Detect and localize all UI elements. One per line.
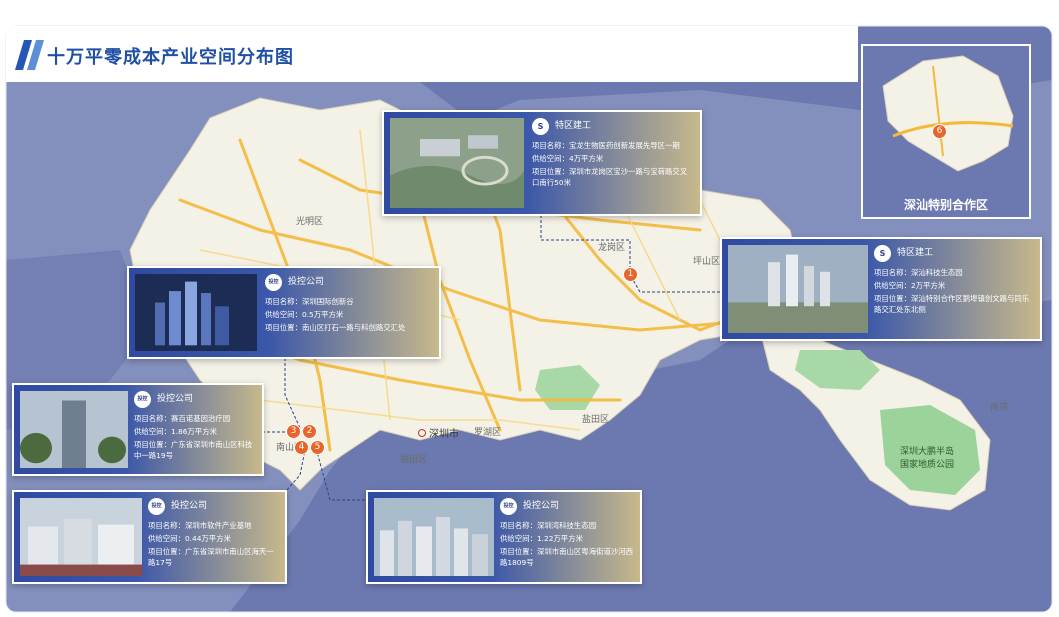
company-brand: 投控 投控公司 (134, 391, 256, 408)
project-space: 供给空间：2万平方米 (874, 281, 946, 290)
project-name: 项目名称：宝龙生物医药创新发展先导区一期 (532, 141, 680, 150)
label-dapeng-line1: 深圳大鹏半岛 (899, 447, 954, 457)
city-dot-icon (418, 429, 426, 437)
inset-map: 6 深汕特别合作区 (861, 44, 1031, 219)
label-shenzhen-text: 深圳市 (429, 429, 459, 440)
pin-3[interactable]: 3 (286, 424, 301, 439)
project-name: 项目名称：深圳湾科技生态园 (500, 521, 597, 530)
project-info: 投控 投控公司 项目名称：赛百诺基因治疗园 供给空间：1.86万平方米 项目位置：… (134, 391, 256, 463)
building-photo-icon (728, 245, 868, 333)
pin-1[interactable]: 1 (623, 267, 638, 282)
company-logo-icon: 投控 (265, 274, 282, 291)
project-space: 供给空间：0.5万平方米 (265, 310, 344, 319)
project-photo (390, 118, 524, 208)
page-title: 十万平零成本产业空间分布图 (47, 47, 294, 68)
project-card-innovation-valley[interactable]: 投控 投控公司 项目名称：深圳国际创新谷 供给空间：0.5万平方米 项目位置：南山… (127, 266, 441, 359)
project-photo (728, 245, 868, 333)
campus-photo-icon (20, 498, 142, 576)
project-photo (374, 498, 494, 576)
project-card-shenshan[interactable]: S 特区建工 项目名称：深汕科技生态园 供给空间：2万平方米 项目位置：深汕特别合… (720, 237, 1042, 341)
label-yantian: 盐田区 (582, 415, 610, 425)
project-space: 供给空间：1.86万平方米 (134, 427, 217, 436)
project-card-software-base[interactable]: 投控 投控公司 项目名称：深圳市软件产业基地 供给空间：0.44万平方米 项目位置… (12, 490, 287, 584)
label-longgang: 龙岗区 (598, 243, 626, 253)
company-logo-icon: S (874, 245, 891, 262)
company-logo-icon: 投控 (134, 391, 151, 408)
project-info: S 特区建工 项目名称：宝龙生物医药创新发展先导区一期 供给空间：4万平方米 项目… (532, 118, 694, 190)
label-luohu: 罗湖区 (474, 428, 502, 438)
company-name: 投控公司 (171, 501, 208, 511)
company-name: 投控公司 (288, 277, 325, 287)
company-name: 特区建工 (897, 248, 934, 258)
label-pingshan: 坪山区 (693, 257, 721, 267)
project-info: 投控 投控公司 项目名称：深圳市软件产业基地 供给空间：0.44万平方米 项目位置… (148, 498, 279, 570)
pin-6[interactable]: 6 (932, 124, 947, 139)
map-stage: 十万平零成本产业空间分布图 光明区 深圳市 罗湖区 福田区 盐田区 龙岗区 坪山… (0, 0, 1059, 617)
project-name: 项目名称：深汕科技生态园 (874, 268, 963, 277)
project-card-saibainuo[interactable]: 投控 投控公司 项目名称：赛百诺基因治疗园 供给空间：1.86万平方米 项目位置：… (12, 383, 264, 476)
project-card-baolong[interactable]: S 特区建工 项目名称：宝龙生物医药创新发展先导区一期 供给空间：4万平方米 项目… (382, 110, 702, 216)
project-space: 供给空间：1.22万平方米 (500, 534, 583, 543)
company-name: 投控公司 (157, 394, 194, 404)
project-location: 项目位置：深圳市南山区粤海街道沙河西路1809号 (500, 547, 634, 567)
company-brand: 投控 投控公司 (500, 498, 634, 515)
company-brand: 投控 投控公司 (148, 498, 279, 515)
night-city-photo-icon (135, 274, 257, 351)
label-futian: 福田区 (400, 455, 428, 465)
inset-label: 深汕特别合作区 (903, 198, 988, 212)
company-brand: S 特区建工 (532, 118, 694, 135)
project-location: 项目位置：广东省深圳市南山区海天一路17号 (148, 547, 274, 567)
pin-5[interactable]: 5 (310, 440, 325, 455)
project-photo (20, 498, 142, 576)
project-location: 项目位置：深汕特别合作区鹅埠镇创文路与同乐路交汇处东北侧 (874, 294, 1030, 314)
project-card-shenzhenwan[interactable]: 投控 投控公司 项目名称：深圳湾科技生态园 供给空间：1.22万平方米 项目位置：… (366, 490, 642, 584)
company-logo-icon: 投控 (148, 498, 165, 515)
project-name: 项目名称：深圳国际创新谷 (265, 297, 354, 306)
project-name: 项目名称：深圳市软件产业基地 (148, 521, 252, 530)
company-name: 特区建工 (555, 121, 592, 131)
title-slashes-icon (15, 40, 44, 70)
label-nanwan: 南湾 (990, 403, 1009, 413)
pin-2[interactable]: 2 (302, 424, 317, 439)
project-space: 供给空间：4万平方米 (532, 154, 604, 163)
project-location: 项目位置：南山区打石一路与科创路交汇处 (265, 323, 406, 332)
project-info: S 特区建工 项目名称：深汕科技生态园 供给空间：2万平方米 项目位置：深汕特别合… (874, 245, 1034, 317)
project-info: 投控 投控公司 项目名称：深圳国际创新谷 供给空间：0.5万平方米 项目位置：南山… (265, 274, 433, 335)
company-brand: S 特区建工 (874, 245, 1034, 262)
company-name: 投控公司 (523, 501, 560, 511)
label-dapeng-line2: 国家地质公园 (899, 460, 954, 470)
company-brand: 投控 投控公司 (265, 274, 433, 291)
label-dapeng: 深圳大鹏半岛 国家地质公园 (892, 444, 962, 470)
project-photo (20, 391, 128, 468)
skyline-photo-icon (374, 498, 494, 576)
project-space: 供给空间：0.44万平方米 (148, 534, 231, 543)
office-tower-photo-icon (20, 391, 128, 468)
project-info: 投控 投控公司 项目名称：深圳湾科技生态园 供给空间：1.22万平方米 项目位置：… (500, 498, 634, 570)
company-logo-icon: S (532, 118, 549, 135)
project-photo (135, 274, 257, 351)
label-guangming: 光明区 (296, 217, 324, 227)
project-name: 项目名称：赛百诺基因治疗园 (134, 414, 231, 423)
project-location: 项目位置：深圳市龙岗区宝沙一路与宝荷路交叉口南行50米 (532, 167, 688, 187)
company-logo-icon: 投控 (500, 498, 517, 515)
project-location: 项目位置：广东省深圳市南山区科技中一路19号 (134, 440, 253, 460)
pin-4[interactable]: 4 (294, 440, 309, 455)
label-shenzhen: 深圳市 (418, 425, 459, 440)
aerial-photo-icon (390, 118, 524, 208)
